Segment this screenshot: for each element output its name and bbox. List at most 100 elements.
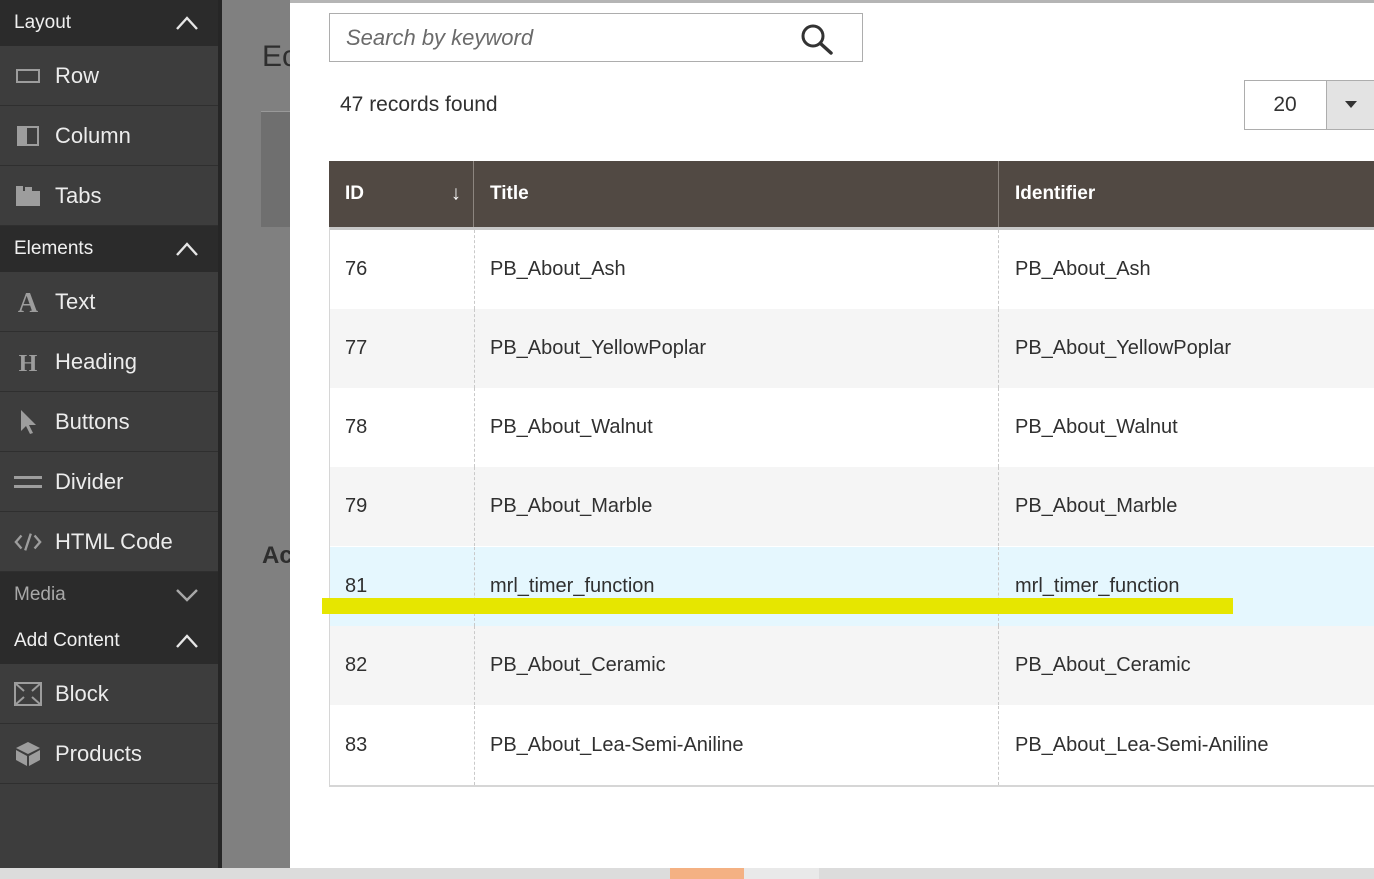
table-row-selected[interactable]: 81 mrl_timer_function mrl_timer_function: [329, 547, 1374, 626]
sidebar-item-buttons[interactable]: Buttons: [0, 392, 218, 452]
sidebar-item-tabs[interactable]: Tabs: [0, 166, 218, 226]
group-title: Layout: [14, 12, 72, 33]
grid-left-border: [329, 227, 330, 787]
column-separator: [474, 626, 475, 705]
column-separator: [998, 467, 999, 546]
heading-icon: H: [14, 348, 42, 376]
cell-identifier: PB_About_Ceramic: [1015, 654, 1191, 676]
records-count: 47 records found: [340, 93, 498, 116]
column-separator: [474, 230, 475, 309]
column-separator: [998, 309, 999, 388]
sidebar-item-label: Buttons: [55, 408, 130, 434]
cell-id: 79: [345, 495, 368, 517]
sidebar-item-block[interactable]: Block: [0, 664, 218, 724]
sidebar-item-label: Tabs: [55, 182, 102, 208]
chevron-up-icon[interactable]: [176, 16, 198, 30]
cell-title: PB_About_Marble: [490, 495, 653, 517]
sidebar-item-html-code[interactable]: HTML Code: [0, 512, 218, 572]
chevron-down-icon[interactable]: [176, 588, 198, 602]
cell-title: PB_About_YellowPoplar: [490, 337, 707, 359]
per-page-value: 20: [1273, 93, 1297, 116]
highlight-annotation: [322, 598, 1233, 614]
column-header-label: Identifier: [1015, 183, 1096, 204]
grid-bottom-border: [329, 785, 1374, 787]
sidebar-item-divider[interactable]: Divider: [0, 452, 218, 512]
column-header-label: Title: [490, 183, 529, 204]
table-row[interactable]: 78 PB_About_Walnut PB_About_Walnut: [329, 388, 1374, 467]
cell-identifier: PB_About_Lea-Semi-Aniline: [1015, 734, 1269, 756]
column-header-id[interactable]: ID ↓: [329, 161, 474, 227]
column-separator: [998, 706, 999, 785]
cell-identifier: PB_About_YellowPoplar: [1015, 337, 1232, 359]
sidebar-item-label: HTML Code: [55, 528, 173, 554]
block-selection-modal: 47 records found 20 ID ↓ Title Identifie…: [290, 0, 1374, 868]
sidebar-item-products[interactable]: Products: [0, 724, 218, 784]
sidebar-item-text[interactable]: A Text: [0, 272, 218, 332]
chevron-up-icon[interactable]: [176, 242, 198, 256]
search-input[interactable]: [346, 14, 786, 61]
group-header-elements[interactable]: Elements: [0, 226, 218, 272]
products-icon: [14, 740, 42, 768]
sidebar-item-label: Divider: [55, 468, 124, 494]
column-separator: [474, 309, 475, 388]
sidebar-item-label: Heading: [55, 348, 137, 374]
column-header-label: ID: [345, 183, 364, 204]
column-separator: [998, 388, 999, 467]
sort-arrow-icon[interactable]: ↓: [451, 183, 461, 206]
chevron-up-icon[interactable]: [176, 634, 198, 648]
cell-title: PB_About_Ash: [490, 258, 626, 280]
per-page-dropdown-button[interactable]: [1326, 81, 1374, 129]
column-separator: [474, 706, 475, 785]
column-separator: [474, 467, 475, 546]
sidebar-item-heading[interactable]: H Heading: [0, 332, 218, 392]
cell-title: mrl_timer_function: [490, 575, 655, 597]
per-page-select[interactable]: 20: [1244, 80, 1374, 130]
cell-id: 83: [345, 734, 368, 756]
code-icon: [14, 528, 42, 556]
column-separator: [998, 547, 999, 626]
cell-id: 78: [345, 416, 368, 438]
sidebar-item-label: Text: [55, 288, 96, 314]
group-header-layout[interactable]: Layout: [0, 0, 218, 46]
table-row[interactable]: 83 PB_About_Lea-Semi-Aniline PB_About_Le…: [329, 706, 1374, 785]
column-separator: [998, 626, 999, 705]
svg-text:A: A: [18, 289, 39, 315]
column-separator: [474, 388, 475, 467]
table-row[interactable]: 82 PB_About_Ceramic PB_About_Ceramic: [329, 626, 1374, 705]
cell-id: 77: [345, 337, 368, 359]
block-icon: [14, 680, 42, 708]
text-icon: A: [14, 288, 42, 316]
cell-identifier: mrl_timer_function: [1015, 575, 1180, 597]
table-row[interactable]: 76 PB_About_Ash PB_About_Ash: [329, 230, 1374, 309]
cell-id: 81: [345, 575, 368, 597]
column-separator: [474, 547, 475, 626]
search-box: [329, 13, 863, 62]
cell-id: 76: [345, 258, 368, 280]
sidebar-item-column[interactable]: Column: [0, 106, 218, 166]
caret-down-icon: [1345, 101, 1357, 108]
column-header-identifier[interactable]: Identifier: [999, 161, 1374, 227]
group-title: Elements: [14, 238, 94, 259]
search-icon[interactable]: [800, 23, 834, 55]
sidebar-item-label: Block: [55, 680, 109, 706]
row-icon: [14, 62, 42, 90]
bottom-strip-segment: [744, 868, 819, 879]
cell-title: PB_About_Ceramic: [490, 654, 666, 676]
tabs-icon: [14, 182, 42, 210]
cell-id: 82: [345, 654, 368, 676]
cell-identifier: PB_About_Walnut: [1015, 416, 1178, 438]
builder-sidebar: Layout Row Column Tabs Elements A Text H…: [0, 0, 218, 868]
column-header-title[interactable]: Title: [474, 161, 999, 227]
table-row[interactable]: 77 PB_About_YellowPoplar PB_About_Yellow…: [329, 309, 1374, 388]
divider-icon: [14, 468, 42, 496]
cell-identifier: PB_About_Ash: [1015, 258, 1151, 280]
pointer-icon: [14, 408, 42, 436]
group-header-media[interactable]: Media: [0, 572, 218, 618]
sidebar-item-row[interactable]: Row: [0, 46, 218, 106]
sidebar-item-label: Row: [55, 62, 100, 88]
group-title: Add Content: [14, 630, 120, 651]
sidebar-divider: [218, 0, 222, 868]
cell-identifier: PB_About_Marble: [1015, 495, 1178, 517]
group-header-add-content[interactable]: Add Content: [0, 618, 218, 664]
table-row[interactable]: 79 PB_About_Marble PB_About_Marble: [329, 467, 1374, 546]
